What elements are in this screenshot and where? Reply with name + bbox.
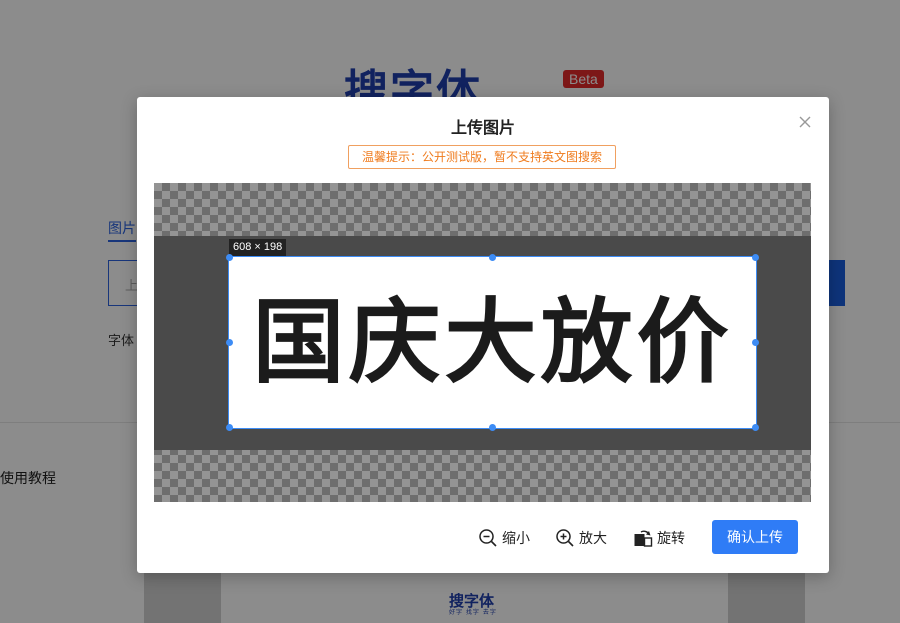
image-text: 国庆大放价 bbox=[252, 289, 733, 396]
crop-size-label: 608 × 198 bbox=[229, 239, 287, 256]
close-icon[interactable] bbox=[796, 113, 814, 131]
crop-box[interactable]: 国庆大放价 bbox=[228, 256, 757, 429]
crop-handle-right[interactable] bbox=[752, 339, 759, 346]
crop-stage[interactable]: 608 × 198 国庆大放价 bbox=[154, 183, 811, 502]
notice-banner: 温馨提示：公开测试版，暂不支持英文图搜索 bbox=[348, 145, 616, 169]
crop-handle-bottom-left[interactable] bbox=[226, 424, 233, 431]
zoom-in-icon bbox=[555, 528, 575, 548]
rotate-icon bbox=[633, 528, 653, 548]
zoom-in-button[interactable]: 放大 bbox=[555, 526, 607, 550]
crop-handle-bottom[interactable] bbox=[489, 424, 496, 431]
zoom-out-button[interactable]: 缩小 bbox=[478, 526, 530, 550]
rotate-label: 旋转 bbox=[657, 531, 685, 547]
confirm-upload-button[interactable]: 确认上传 bbox=[712, 520, 798, 554]
crop-handle-top-left[interactable] bbox=[226, 254, 233, 261]
crop-handle-left[interactable] bbox=[226, 339, 233, 346]
zoom-out-label: 缩小 bbox=[502, 531, 530, 547]
zoom-out-icon bbox=[478, 528, 498, 548]
zoom-in-label: 放大 bbox=[579, 531, 607, 547]
dialog-title: 上传图片 bbox=[450, 118, 515, 137]
crop-handle-top[interactable] bbox=[489, 254, 496, 261]
rotate-button[interactable]: 旋转 bbox=[633, 526, 685, 550]
crop-handle-bottom-right[interactable] bbox=[752, 424, 759, 431]
upload-dialog: 上传图片 温馨提示：公开测试版，暂不支持英文图搜索 608 × 198 国庆大放… bbox=[137, 97, 829, 573]
crop-handle-top-right[interactable] bbox=[752, 254, 759, 261]
